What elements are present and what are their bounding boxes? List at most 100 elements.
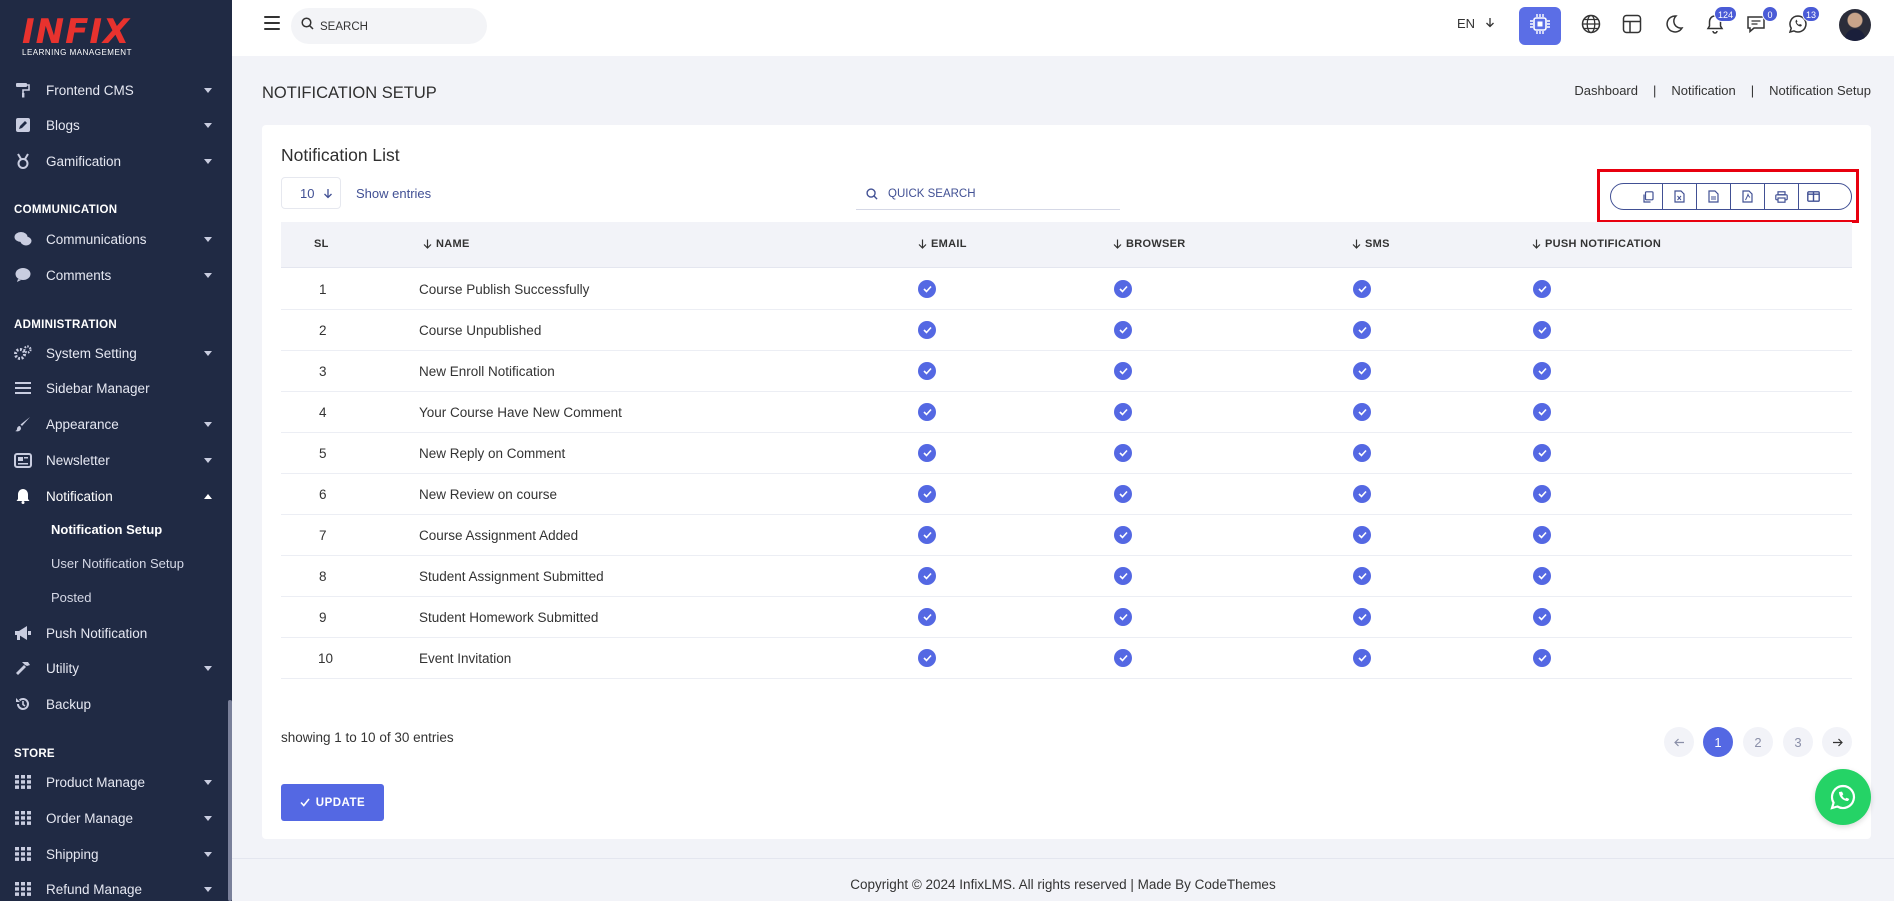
- push-checkbox[interactable]: [1533, 362, 1551, 380]
- pagination-prev-button[interactable]: [1664, 727, 1694, 757]
- email-checkbox[interactable]: [918, 280, 936, 298]
- print-button[interactable]: [1765, 184, 1799, 209]
- sidebar-item-comments[interactable]: Comments: [0, 258, 232, 292]
- avatar[interactable]: [1839, 9, 1871, 41]
- browser-checkbox[interactable]: [1114, 526, 1132, 544]
- check-icon: [1118, 367, 1128, 375]
- sidebar-item-notification[interactable]: Notification: [0, 479, 232, 513]
- pagination-page-3[interactable]: 3: [1783, 727, 1813, 757]
- sidebar-item-push-notification[interactable]: Push Notification: [0, 616, 232, 650]
- sidebar-item-shipping[interactable]: Shipping: [0, 837, 232, 871]
- push-checkbox[interactable]: [1533, 649, 1551, 667]
- browser-checkbox[interactable]: [1114, 321, 1132, 339]
- sidebar-item-backup[interactable]: Backup: [0, 687, 232, 721]
- column-header-name[interactable]: NAME: [423, 238, 470, 250]
- sidebar-item-newsletter[interactable]: Newsletter: [0, 443, 232, 477]
- copy-button[interactable]: [1611, 184, 1663, 209]
- column-header-sms[interactable]: SMS: [1352, 238, 1390, 250]
- breadcrumb-dashboard[interactable]: Dashboard: [1574, 83, 1638, 98]
- search-input[interactable]: [320, 19, 470, 33]
- sidebar-item-system-setting[interactable]: System Setting: [0, 336, 232, 370]
- sms-checkbox[interactable]: [1353, 444, 1371, 462]
- push-checkbox[interactable]: [1533, 526, 1551, 544]
- email-checkbox[interactable]: [918, 403, 936, 421]
- browser-checkbox[interactable]: [1114, 362, 1132, 380]
- pagination-page-1[interactable]: 1: [1703, 727, 1733, 757]
- email-checkbox[interactable]: [918, 649, 936, 667]
- sidebar-subitem-user-notification-setup[interactable]: User Notification Setup: [51, 556, 184, 571]
- sidebar-item-gamification[interactable]: Gamification: [0, 144, 232, 178]
- logo[interactable]: INFIX LEARNING MANAGEMENT: [22, 14, 142, 64]
- column-header-browser[interactable]: BROWSER: [1113, 238, 1186, 250]
- sidebar-item-order-manage[interactable]: Order Manage: [0, 801, 232, 835]
- email-checkbox[interactable]: [918, 485, 936, 503]
- export-excel-button[interactable]: [1663, 184, 1697, 209]
- quick-search-input[interactable]: [888, 187, 1088, 200]
- quick-search[interactable]: [856, 178, 1120, 210]
- sms-checkbox[interactable]: [1353, 321, 1371, 339]
- sidebar-item-appearance[interactable]: Appearance: [0, 407, 232, 441]
- layout-button[interactable]: [1618, 12, 1646, 40]
- push-checkbox[interactable]: [1533, 403, 1551, 421]
- cpu-chip-button[interactable]: [1519, 7, 1561, 45]
- push-checkbox[interactable]: [1533, 567, 1551, 585]
- push-checkbox[interactable]: [1533, 321, 1551, 339]
- email-checkbox[interactable]: [918, 567, 936, 585]
- email-checkbox[interactable]: [918, 526, 936, 544]
- email-checkbox[interactable]: [918, 608, 936, 626]
- sidebar-item-refund-manage[interactable]: Refund Manage: [0, 872, 232, 901]
- sms-checkbox[interactable]: [1353, 362, 1371, 380]
- sms-checkbox[interactable]: [1353, 403, 1371, 421]
- sidebar-item-product-manage[interactable]: Product Manage: [0, 765, 232, 799]
- browser-checkbox[interactable]: [1114, 280, 1132, 298]
- sidebar-item-utility[interactable]: Utility: [0, 651, 232, 685]
- notifications-button[interactable]: 124: [1701, 6, 1737, 40]
- email-checkbox[interactable]: [918, 362, 936, 380]
- check-icon: [1357, 654, 1367, 662]
- sms-checkbox[interactable]: [1353, 608, 1371, 626]
- sms-checkbox[interactable]: [1353, 526, 1371, 544]
- sidebar-item-sidebar-manager[interactable]: Sidebar Manager: [0, 371, 232, 405]
- messages-button[interactable]: 0: [1742, 6, 1778, 40]
- column-visibility-button[interactable]: [1799, 184, 1851, 209]
- sms-checkbox[interactable]: [1353, 567, 1371, 585]
- browser-checkbox[interactable]: [1114, 649, 1132, 667]
- browser-checkbox[interactable]: [1114, 608, 1132, 626]
- browser-checkbox[interactable]: [1114, 403, 1132, 421]
- sidebar-subitem-notification-setup[interactable]: Notification Setup: [51, 522, 162, 537]
- sidebar-subitem-posted[interactable]: Posted: [51, 590, 91, 605]
- sidebar-item-communications[interactable]: Communications: [0, 222, 232, 256]
- breadcrumb-notification-setup[interactable]: Notification Setup: [1769, 83, 1871, 98]
- pagination-page-2[interactable]: 2: [1743, 727, 1773, 757]
- dark-mode-toggle[interactable]: [1660, 12, 1688, 40]
- export-pdf-button[interactable]: [1731, 184, 1765, 209]
- sidebar-item-frontend-cms[interactable]: Frontend CMS: [0, 73, 232, 107]
- pagination-next-button[interactable]: [1822, 727, 1852, 757]
- language-selector[interactable]: EN: [1457, 16, 1495, 31]
- globe-button[interactable]: [1577, 12, 1605, 40]
- export-csv-button[interactable]: [1697, 184, 1731, 209]
- push-checkbox[interactable]: [1533, 280, 1551, 298]
- sms-checkbox[interactable]: [1353, 649, 1371, 667]
- whatsapp-chat-button[interactable]: [1815, 769, 1871, 825]
- browser-checkbox[interactable]: [1114, 485, 1132, 503]
- sms-checkbox[interactable]: [1353, 280, 1371, 298]
- push-checkbox[interactable]: [1533, 485, 1551, 503]
- chat-button[interactable]: 13: [1784, 6, 1820, 40]
- email-checkbox[interactable]: [918, 321, 936, 339]
- browser-checkbox[interactable]: [1114, 567, 1132, 585]
- column-header-sl[interactable]: SL: [314, 238, 329, 250]
- breadcrumb-notification[interactable]: Notification: [1671, 83, 1735, 98]
- push-checkbox[interactable]: [1533, 608, 1551, 626]
- global-search[interactable]: [291, 8, 487, 44]
- column-header-push-notification[interactable]: PUSH NOTIFICATION: [1532, 238, 1661, 250]
- email-checkbox[interactable]: [918, 444, 936, 462]
- sidebar-item-blogs[interactable]: Blogs: [0, 108, 232, 142]
- sms-checkbox[interactable]: [1353, 485, 1371, 503]
- update-button[interactable]: UPDATE: [281, 784, 384, 821]
- push-checkbox[interactable]: [1533, 444, 1551, 462]
- browser-checkbox[interactable]: [1114, 444, 1132, 462]
- hamburger-menu-icon[interactable]: [264, 16, 280, 30]
- column-header-email[interactable]: EMAIL: [918, 238, 967, 250]
- page-length-select[interactable]: 10: [281, 177, 341, 209]
